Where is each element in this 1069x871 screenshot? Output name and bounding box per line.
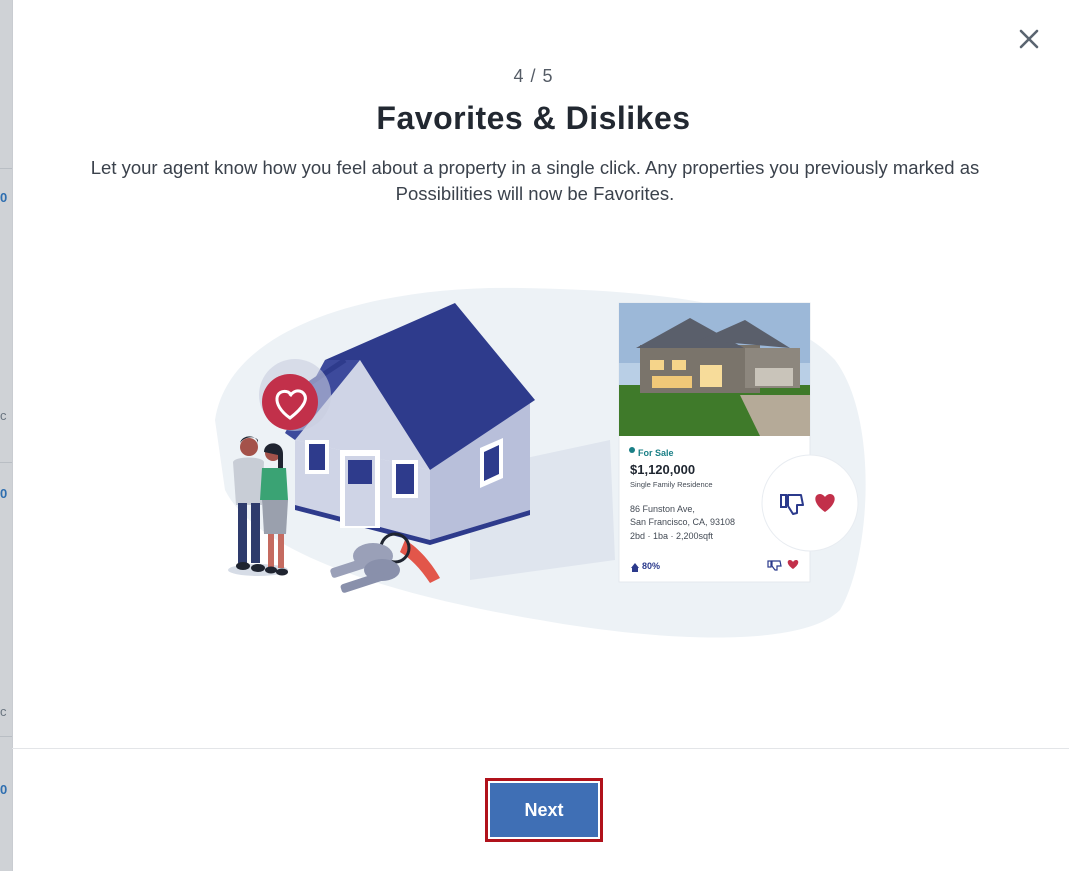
background-divider [0, 462, 12, 463]
reaction-bubble [761, 454, 859, 552]
background-divider [0, 736, 12, 737]
listing-type: Single Family Residence [630, 480, 713, 489]
background-fragment: c [0, 408, 7, 423]
close-icon [1019, 29, 1039, 49]
listing-status: For Sale [638, 448, 674, 458]
listing-address-line1: 86 Funston Ave, [630, 504, 695, 514]
background-fragment: c [0, 704, 7, 719]
listing-specs: 2bd · 1ba · 2,200sqft [630, 531, 714, 541]
background-fragment: 0 [0, 782, 8, 797]
listing-match: 80% [642, 561, 661, 571]
background-divider [0, 168, 12, 169]
footer-divider [12, 748, 1069, 749]
listing-address-line2: San Francisco, CA, 93108 [630, 517, 736, 527]
modal-title: Favorites & Dislikes [376, 100, 691, 136]
close-button[interactable] [1014, 24, 1044, 54]
listing-price: $1,120,000 [630, 462, 696, 477]
background-fragment: 0 [0, 486, 8, 501]
step-indicator: 4 / 5 [513, 66, 554, 86]
background-fragment: 0 [0, 190, 8, 205]
next-button[interactable]: Next [490, 783, 598, 837]
modal-description: Let your agent know how you feel about a… [90, 157, 980, 204]
